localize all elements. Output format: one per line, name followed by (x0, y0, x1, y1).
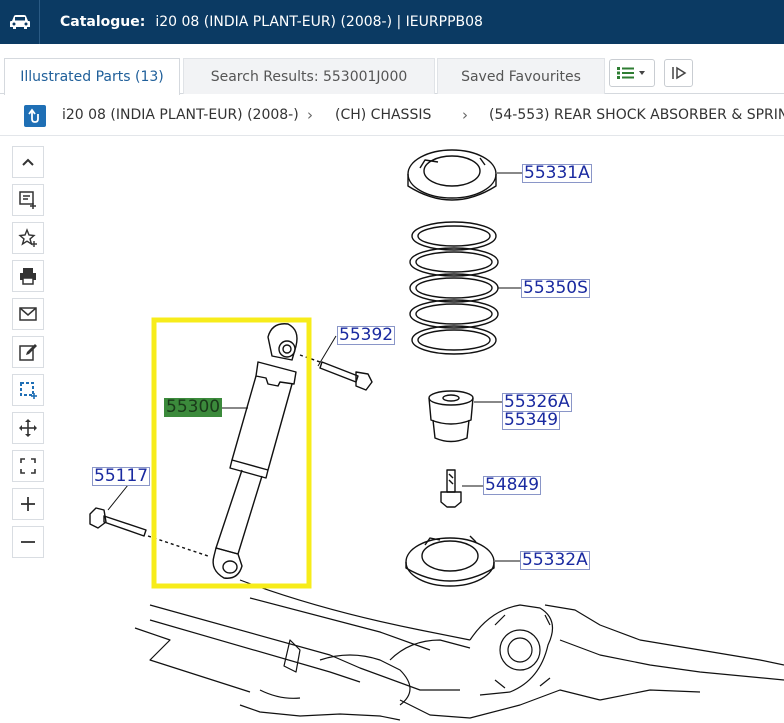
zoom-in-button[interactable] (12, 488, 44, 520)
email-icon (19, 307, 37, 321)
scroll-up-button[interactable] (12, 146, 44, 178)
callout-55117[interactable]: 55117 (92, 467, 151, 486)
pan-button[interactable] (12, 412, 44, 444)
bump-stop-drawing (428, 390, 474, 443)
print-button[interactable] (12, 260, 44, 292)
tab-search-results[interactable]: Search Results: 553001J000 (183, 58, 435, 94)
callout-55392[interactable]: 55392 (337, 326, 396, 345)
zoom-in-icon (21, 497, 35, 511)
list-view-icon (617, 67, 645, 79)
car-icon[interactable] (0, 0, 40, 44)
bolt-55117-drawing (89, 507, 209, 557)
top-bar: Catalogue: i20 08 (INDIA PLANT-EUR) (2008… (0, 0, 784, 44)
zoom-out-button[interactable] (12, 526, 44, 558)
fit-screen-button[interactable] (12, 450, 44, 482)
callout-55300[interactable]: 55300 (164, 398, 223, 417)
list-view-button[interactable] (609, 59, 655, 87)
add-favourite-icon (18, 228, 37, 247)
callout-55332A[interactable]: 55332A (520, 551, 590, 570)
breadcrumb-rear-shock[interactable]: (54-553) REAR SHOCK ABSORBER & SPRING (489, 107, 784, 123)
tab-illustrated-parts[interactable]: Illustrated Parts (13) (4, 58, 180, 95)
collapse-panel-button[interactable] (664, 59, 693, 87)
bolt-54849-drawing (440, 469, 462, 508)
spring-seat-upper-drawing (407, 149, 497, 201)
breadcrumb-chassis[interactable]: (CH) CHASSIS (335, 107, 431, 123)
breadcrumb: i20 08 (INDIA PLANT-EUR) (2008-) › (CH) … (0, 96, 784, 136)
catalogue-value: i20 08 (INDIA PLANT-EUR) (2008-) | IEURP… (155, 14, 483, 30)
spring-seat-lower-drawing (405, 535, 495, 587)
back-icon[interactable] (24, 105, 46, 127)
callout-55331A[interactable]: 55331A (522, 164, 592, 183)
add-favourite-button[interactable] (12, 222, 44, 254)
edit-icon (19, 344, 37, 361)
select-area-icon (20, 382, 37, 399)
zoom-out-icon (21, 541, 35, 543)
collapse-panel-icon (671, 66, 686, 80)
select-area-button[interactable] (12, 374, 44, 406)
callout-54849[interactable]: 54849 (483, 476, 542, 495)
tab-saved-favourites[interactable]: Saved Favourites (437, 58, 605, 94)
rear-axle-drawing (134, 579, 784, 721)
catalogue-title: Catalogue: i20 08 (INDIA PLANT-EUR) (2008… (60, 14, 483, 30)
coil-spring-drawing (409, 221, 499, 355)
shock-absorber-drawing (212, 323, 298, 579)
chevron-right-icon: › (462, 106, 468, 124)
fit-screen-icon (20, 458, 36, 474)
pan-icon (19, 419, 37, 437)
breadcrumb-catalogue[interactable]: i20 08 (INDIA PLANT-EUR) (2008-) (62, 107, 299, 123)
chevron-up-icon (22, 158, 34, 166)
chevron-right-icon: › (307, 106, 313, 124)
parts-diagram[interactable]: 55331A 55350S 55392 55326A 55349 55300 5… (50, 138, 784, 723)
add-note-button[interactable] (12, 184, 44, 216)
edit-button[interactable] (12, 336, 44, 368)
callout-55350S[interactable]: 55350S (521, 279, 590, 298)
add-note-icon (19, 191, 36, 209)
catalogue-label: Catalogue: (60, 14, 146, 30)
callout-55349[interactable]: 55349 (502, 411, 561, 430)
email-button[interactable] (12, 298, 44, 330)
diagram-drawing (89, 149, 784, 721)
print-icon (20, 268, 36, 285)
